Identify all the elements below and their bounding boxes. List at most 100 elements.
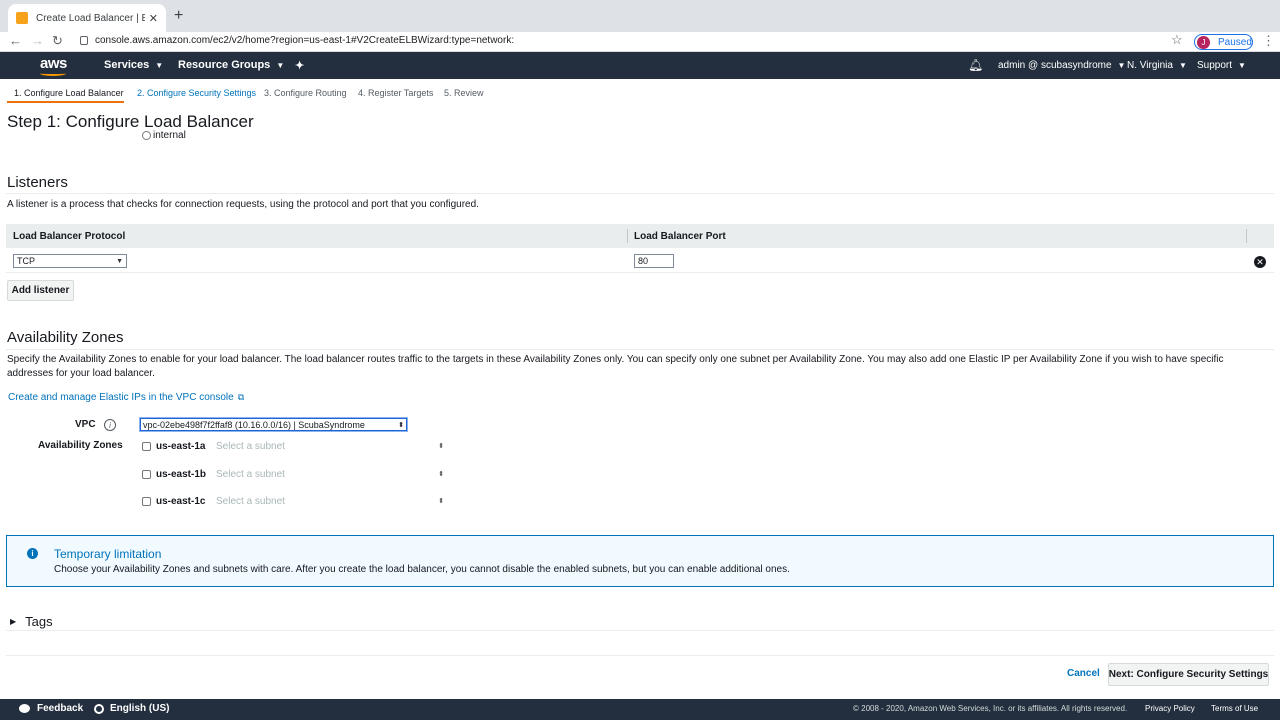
az-row: us-east-1a: [142, 439, 216, 453]
language-button[interactable]: English (US): [94, 703, 169, 714]
scheme-internal-radio[interactable]: internal: [142, 130, 186, 141]
active-step-indicator: [7, 101, 124, 103]
wizard-step-3[interactable]: 3. Configure Routing: [264, 88, 347, 98]
scheme-internal-label: internal: [153, 130, 186, 141]
forward-icon[interactable]: →: [31, 33, 44, 48]
reload-icon[interactable]: ↻: [52, 33, 63, 49]
copyright-text: © 2008 - 2020, Amazon Web Services, Inc.…: [853, 704, 1128, 713]
account-menu[interactable]: admin @ scubasyndrome ▼: [998, 60, 1125, 71]
divider: [6, 630, 1274, 631]
next-button[interactable]: Next: Configure Security Settings: [1108, 663, 1269, 686]
subnet-placeholder: Select a subnet: [216, 468, 285, 480]
resource-groups-label: Resource Groups: [178, 59, 271, 71]
aws-logo[interactable]: aws: [40, 55, 67, 72]
chevron-down-icon: ▼: [1117, 61, 1126, 70]
external-link-icon: ⧉: [237, 392, 245, 402]
profile-status: Paused: [1218, 36, 1252, 48]
vpc-label: VPC: [75, 419, 96, 430]
az-checkbox[interactable]: [142, 441, 151, 451]
back-icon[interactable]: ←: [9, 33, 22, 48]
vpc-value: vpc-02ebe498f7f2ffaf8 (10.16.0.0/16) | S…: [143, 419, 365, 430]
chevron-down-icon: ▼: [1238, 61, 1246, 70]
port-value: 80: [638, 256, 649, 266]
lock-icon: [80, 36, 88, 45]
divider: [6, 349, 1274, 350]
alert-body: Choose your Availability Zones and subne…: [54, 564, 790, 575]
wizard-step-4[interactable]: 4. Register Targets: [358, 88, 433, 98]
info-alert: i Temporary limitation Choose your Avail…: [6, 535, 1274, 587]
cancel-button[interactable]: Cancel: [1067, 668, 1100, 679]
info-icon[interactable]: i: [104, 419, 116, 431]
protocol-select[interactable]: TCP ▼: [13, 254, 127, 268]
az-checkbox[interactable]: [142, 469, 151, 479]
browser-menu-icon[interactable]: ⋮: [1262, 33, 1275, 49]
browser-tabstrip: Create Load Balancer | EC2 Ma ✕ +: [0, 0, 1280, 32]
feedback-button[interactable]: Feedback: [19, 703, 83, 714]
region-menu[interactable]: N. Virginia ▼: [1127, 60, 1187, 71]
close-tab-icon[interactable]: ✕: [149, 12, 158, 25]
alert-title: Temporary limitation: [54, 547, 162, 561]
chat-bubble-icon: [19, 704, 30, 713]
chevron-updown-icon: ⬍: [438, 443, 444, 450]
add-listener-button[interactable]: Add listener: [7, 280, 74, 301]
support-menu[interactable]: Support ▼: [1197, 60, 1246, 71]
listeners-heading: Listeners: [7, 174, 68, 191]
page-title: Step 1: Configure Load Balancer: [7, 112, 254, 131]
browser-tab[interactable]: Create Load Balancer | EC2 Ma ✕: [8, 4, 166, 32]
wizard-step-2[interactable]: 2. Configure Security Settings: [137, 88, 256, 98]
column-separator: [1246, 229, 1247, 243]
subnet-placeholder: Select a subnet: [216, 440, 285, 452]
avatar: J: [1197, 35, 1210, 49]
tags-label: Tags: [25, 614, 53, 629]
az-name: us-east-1a: [156, 440, 206, 452]
chevron-down-icon: ▼: [1178, 61, 1187, 70]
bell-icon[interactable]: 🔔︎: [968, 58, 983, 72]
tags-expander[interactable]: ▶ Tags: [10, 614, 53, 629]
console-footer: Feedback English (US) © 2008 - 2020, Ama…: [0, 699, 1280, 720]
resource-groups-menu[interactable]: Resource Groups ▼: [178, 59, 284, 71]
chevron-down-icon: ▼: [155, 61, 164, 70]
listeners-table-header: Load Balancer Protocol Load Balancer Por…: [6, 224, 1274, 248]
wizard-step-1[interactable]: 1. Configure Load Balancer: [14, 88, 124, 98]
az-row: us-east-1b: [142, 467, 216, 481]
aws-smile-icon: [40, 71, 66, 76]
terms-link[interactable]: Terms of Use: [1211, 704, 1258, 713]
region-label: N. Virginia: [1127, 60, 1173, 71]
radio-button[interactable]: [142, 131, 151, 140]
az-row: us-east-1c: [142, 494, 216, 508]
az-label: Availability Zones: [38, 440, 123, 451]
privacy-link[interactable]: Privacy Policy: [1145, 704, 1195, 713]
support-label: Support: [1197, 60, 1233, 71]
pin-icon[interactable]: ✦: [295, 59, 304, 72]
wizard-steps: 1. Configure Load Balancer 2. Configure …: [0, 80, 1280, 104]
feedback-label: Feedback: [37, 703, 84, 714]
wizard-step-5[interactable]: 5. Review: [444, 88, 484, 98]
services-menu[interactable]: Services ▼: [104, 59, 163, 71]
remove-listener-icon[interactable]: ✕: [1254, 256, 1266, 268]
subnet-select[interactable]: Select a subnet ⬍: [212, 494, 444, 508]
address-bar[interactable]: console.aws.amazon.com/ec2/v2/home?regio…: [95, 35, 514, 46]
divider: [6, 655, 1274, 656]
listeners-description: A listener is a process that checks for …: [7, 199, 479, 210]
elastic-ip-link-label: Create and manage Elastic IPs in the VPC…: [8, 392, 234, 403]
info-icon: i: [27, 548, 38, 559]
subnet-placeholder: Select a subnet: [216, 495, 285, 507]
chevron-updown-icon: ⬍: [398, 421, 404, 429]
services-label: Services: [104, 59, 150, 71]
port-input[interactable]: 80: [634, 254, 674, 268]
profile-button[interactable]: J Paused: [1194, 34, 1253, 50]
az-name: us-east-1b: [156, 468, 207, 480]
subnet-select[interactable]: Select a subnet ⬍: [212, 467, 444, 481]
az-checkbox[interactable]: [142, 496, 151, 506]
bookmark-star-icon[interactable]: ☆: [1171, 32, 1183, 48]
caret-right-icon: ▶: [10, 617, 17, 626]
elastic-ip-link[interactable]: Create and manage Elastic IPs in the VPC…: [8, 392, 244, 403]
subnet-select[interactable]: Select a subnet ⬍: [212, 439, 444, 453]
new-tab-icon[interactable]: +: [174, 7, 183, 25]
chevron-updown-icon: ⬍: [438, 498, 444, 505]
browser-toolbar: ← → ↻ console.aws.amazon.com/ec2/v2/home…: [0, 32, 1280, 52]
aws-top-nav: aws Services ▼ Resource Groups ▼ ✦ 🔔︎ admi…: [0, 52, 1280, 79]
protocol-value: TCP: [17, 256, 35, 266]
chevron-down-icon: ▼: [116, 257, 123, 265]
vpc-select[interactable]: vpc-02ebe498f7f2ffaf8 (10.16.0.0/16) | S…: [140, 418, 407, 431]
